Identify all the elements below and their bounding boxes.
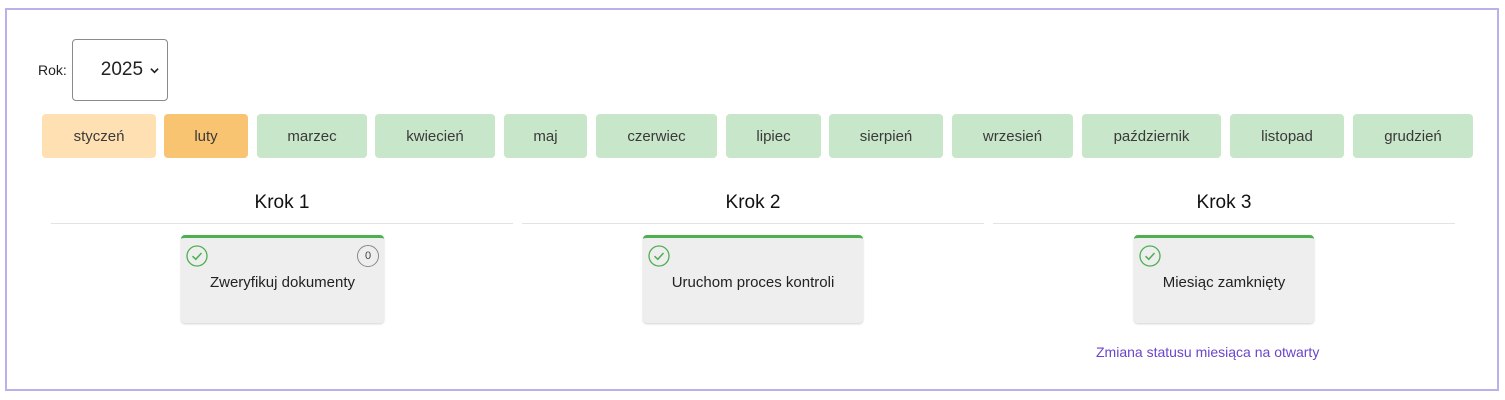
year-select[interactable]: 2025 — [71, 39, 168, 101]
step-3-divider — [993, 223, 1455, 224]
check-circle-icon — [186, 245, 208, 267]
step-3-column: Krok 3 — [993, 190, 1455, 224]
month-tab-wrzesien[interactable]: wrzesień — [952, 114, 1073, 158]
step-1-column: Krok 1 — [51, 190, 513, 224]
reopen-month-link[interactable]: Zmiana statusu miesiąca na otwarty — [1096, 344, 1319, 360]
step-1-card-text: Zweryfikuj dokumenty — [209, 274, 356, 291]
year-select-value: 2025 — [100, 59, 144, 80]
check-circle-icon — [648, 245, 670, 267]
check-circle-icon — [1139, 245, 1161, 267]
month-tab-marzec[interactable]: marzec — [257, 114, 367, 158]
step-2-column: Krok 2 — [522, 190, 984, 224]
month-tab-czerwiec[interactable]: czerwiec — [596, 114, 717, 158]
month-tab-listopad[interactable]: listopad — [1230, 114, 1344, 158]
step-2-card-text: Uruchom proces kontroli — [671, 274, 835, 291]
year-selector-row: Rok: 2025 — [38, 39, 168, 101]
step-2-divider — [522, 223, 984, 224]
year-label: Rok: — [38, 62, 67, 78]
month-tab-luty[interactable]: luty — [164, 114, 248, 158]
month-tab-styczen[interactable]: styczeń — [42, 114, 156, 158]
step-2-card[interactable]: Uruchom proces kontroli — [643, 235, 863, 323]
month-tab-sierpien[interactable]: sierpień — [829, 114, 943, 158]
step-3-card-text: Miesiąc zamknięty — [1162, 274, 1286, 291]
document-count-badge: 0 — [357, 245, 379, 267]
step-1-title: Krok 1 — [254, 192, 310, 213]
month-tab-kwiecien[interactable]: kwiecień — [375, 114, 495, 158]
month-tab-maj[interactable]: maj — [504, 114, 587, 158]
month-tab-pazdziernik[interactable]: październik — [1082, 114, 1221, 158]
step-1-divider — [51, 223, 513, 224]
step-1-card[interactable]: 0 Zweryfikuj dokumenty — [181, 235, 384, 323]
step-2-title: Krok 2 — [725, 192, 781, 213]
chevron-down-icon — [150, 67, 159, 73]
month-tab-lipiec[interactable]: lipiec — [726, 114, 821, 158]
month-tab-grudzien[interactable]: grudzień — [1353, 114, 1473, 158]
step-3-card[interactable]: Miesiąc zamknięty — [1134, 235, 1314, 323]
step-3-title: Krok 3 — [1196, 192, 1252, 213]
